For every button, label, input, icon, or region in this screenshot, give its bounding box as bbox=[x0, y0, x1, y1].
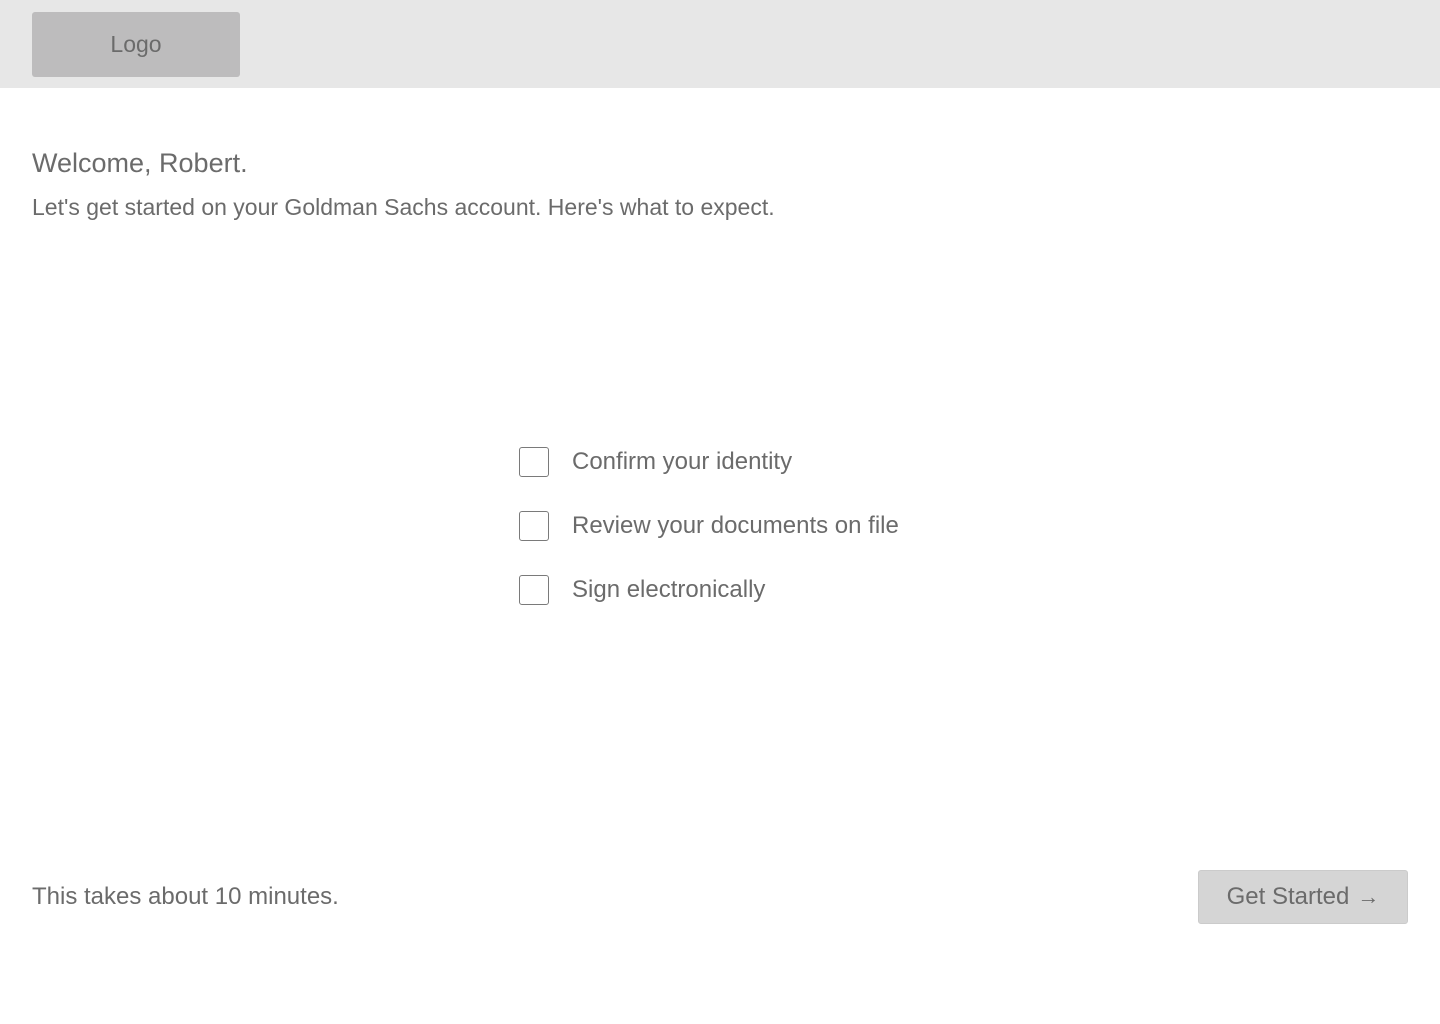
step-checkbox[interactable] bbox=[519, 446, 549, 477]
welcome-subtitle: Let's get started on your Goldman Sachs … bbox=[32, 194, 775, 220]
step-item-confirm-identity: Confirm your identity bbox=[519, 445, 899, 478]
arrow-right-icon: → bbox=[1357, 884, 1380, 909]
step-label: Sign electronically bbox=[572, 575, 766, 603]
welcome-title: Welcome, Robert. bbox=[32, 148, 248, 178]
get-started-label: Get Started bbox=[1226, 883, 1350, 910]
step-label: Confirm your identity bbox=[572, 447, 793, 475]
step-item-review-documents: Review your documents on file bbox=[519, 509, 899, 542]
step-checkbox[interactable] bbox=[519, 574, 549, 605]
step-label: Review your documents on file bbox=[572, 511, 899, 539]
steps-list: Confirm your identity Review your docume… bbox=[519, 445, 899, 637]
step-checkbox[interactable] bbox=[519, 510, 549, 541]
get-started-button[interactable]: Get Started → bbox=[1198, 870, 1408, 924]
logo[interactable]: Logo bbox=[32, 12, 240, 77]
top-bar: Logo bbox=[0, 0, 1440, 88]
step-item-sign-electronically: Sign electronically bbox=[519, 573, 899, 606]
time-estimate-note: This takes about 10 minutes. bbox=[32, 883, 339, 910]
